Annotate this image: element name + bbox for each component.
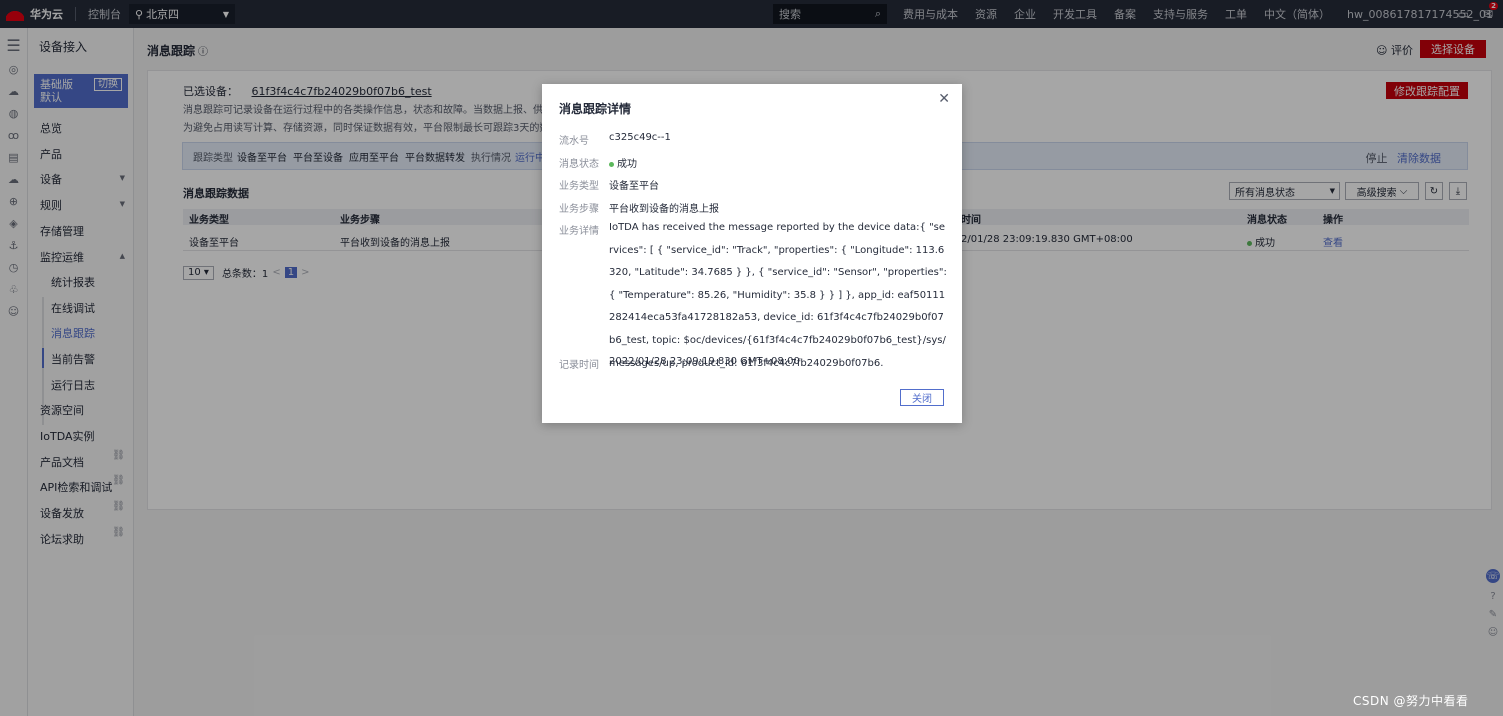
detail-value: 设备至平台 <box>609 181 659 192</box>
detail-key: 流水号 <box>559 136 589 147</box>
detail-key: 记录时间 <box>559 360 599 371</box>
watermark: CSDN @努力中看看 <box>1353 694 1469 708</box>
detail-value: 成功 <box>609 155 949 170</box>
detail-value: c325c49c--1 <box>609 132 671 143</box>
detail-key: 业务类型 <box>559 181 599 192</box>
detail-value: 平台收到设备的消息上报 <box>609 204 719 215</box>
close-dialog-button[interactable]: 关闭 <box>900 389 944 406</box>
detail-key: 消息状态 <box>559 159 599 170</box>
detail-value: IoTDA has received the message reported … <box>609 222 947 369</box>
detail-value: 2022/01/28 23:09:19.830 GMT+08:00 <box>609 356 800 367</box>
detail-key: 业务步骤 <box>559 204 599 215</box>
status-dot <box>609 161 614 167</box>
dialog-title: 消息跟踪详情 <box>559 102 632 116</box>
close-icon[interactable]: ✕ <box>938 91 950 107</box>
status-text: 成功 <box>617 159 637 170</box>
detail-key: 业务详情 <box>559 226 599 237</box>
message-detail-dialog: 消息跟踪详情 ✕ 流水号 c325c49c--1 消息状态 成功 业务类型 设备… <box>542 84 962 423</box>
